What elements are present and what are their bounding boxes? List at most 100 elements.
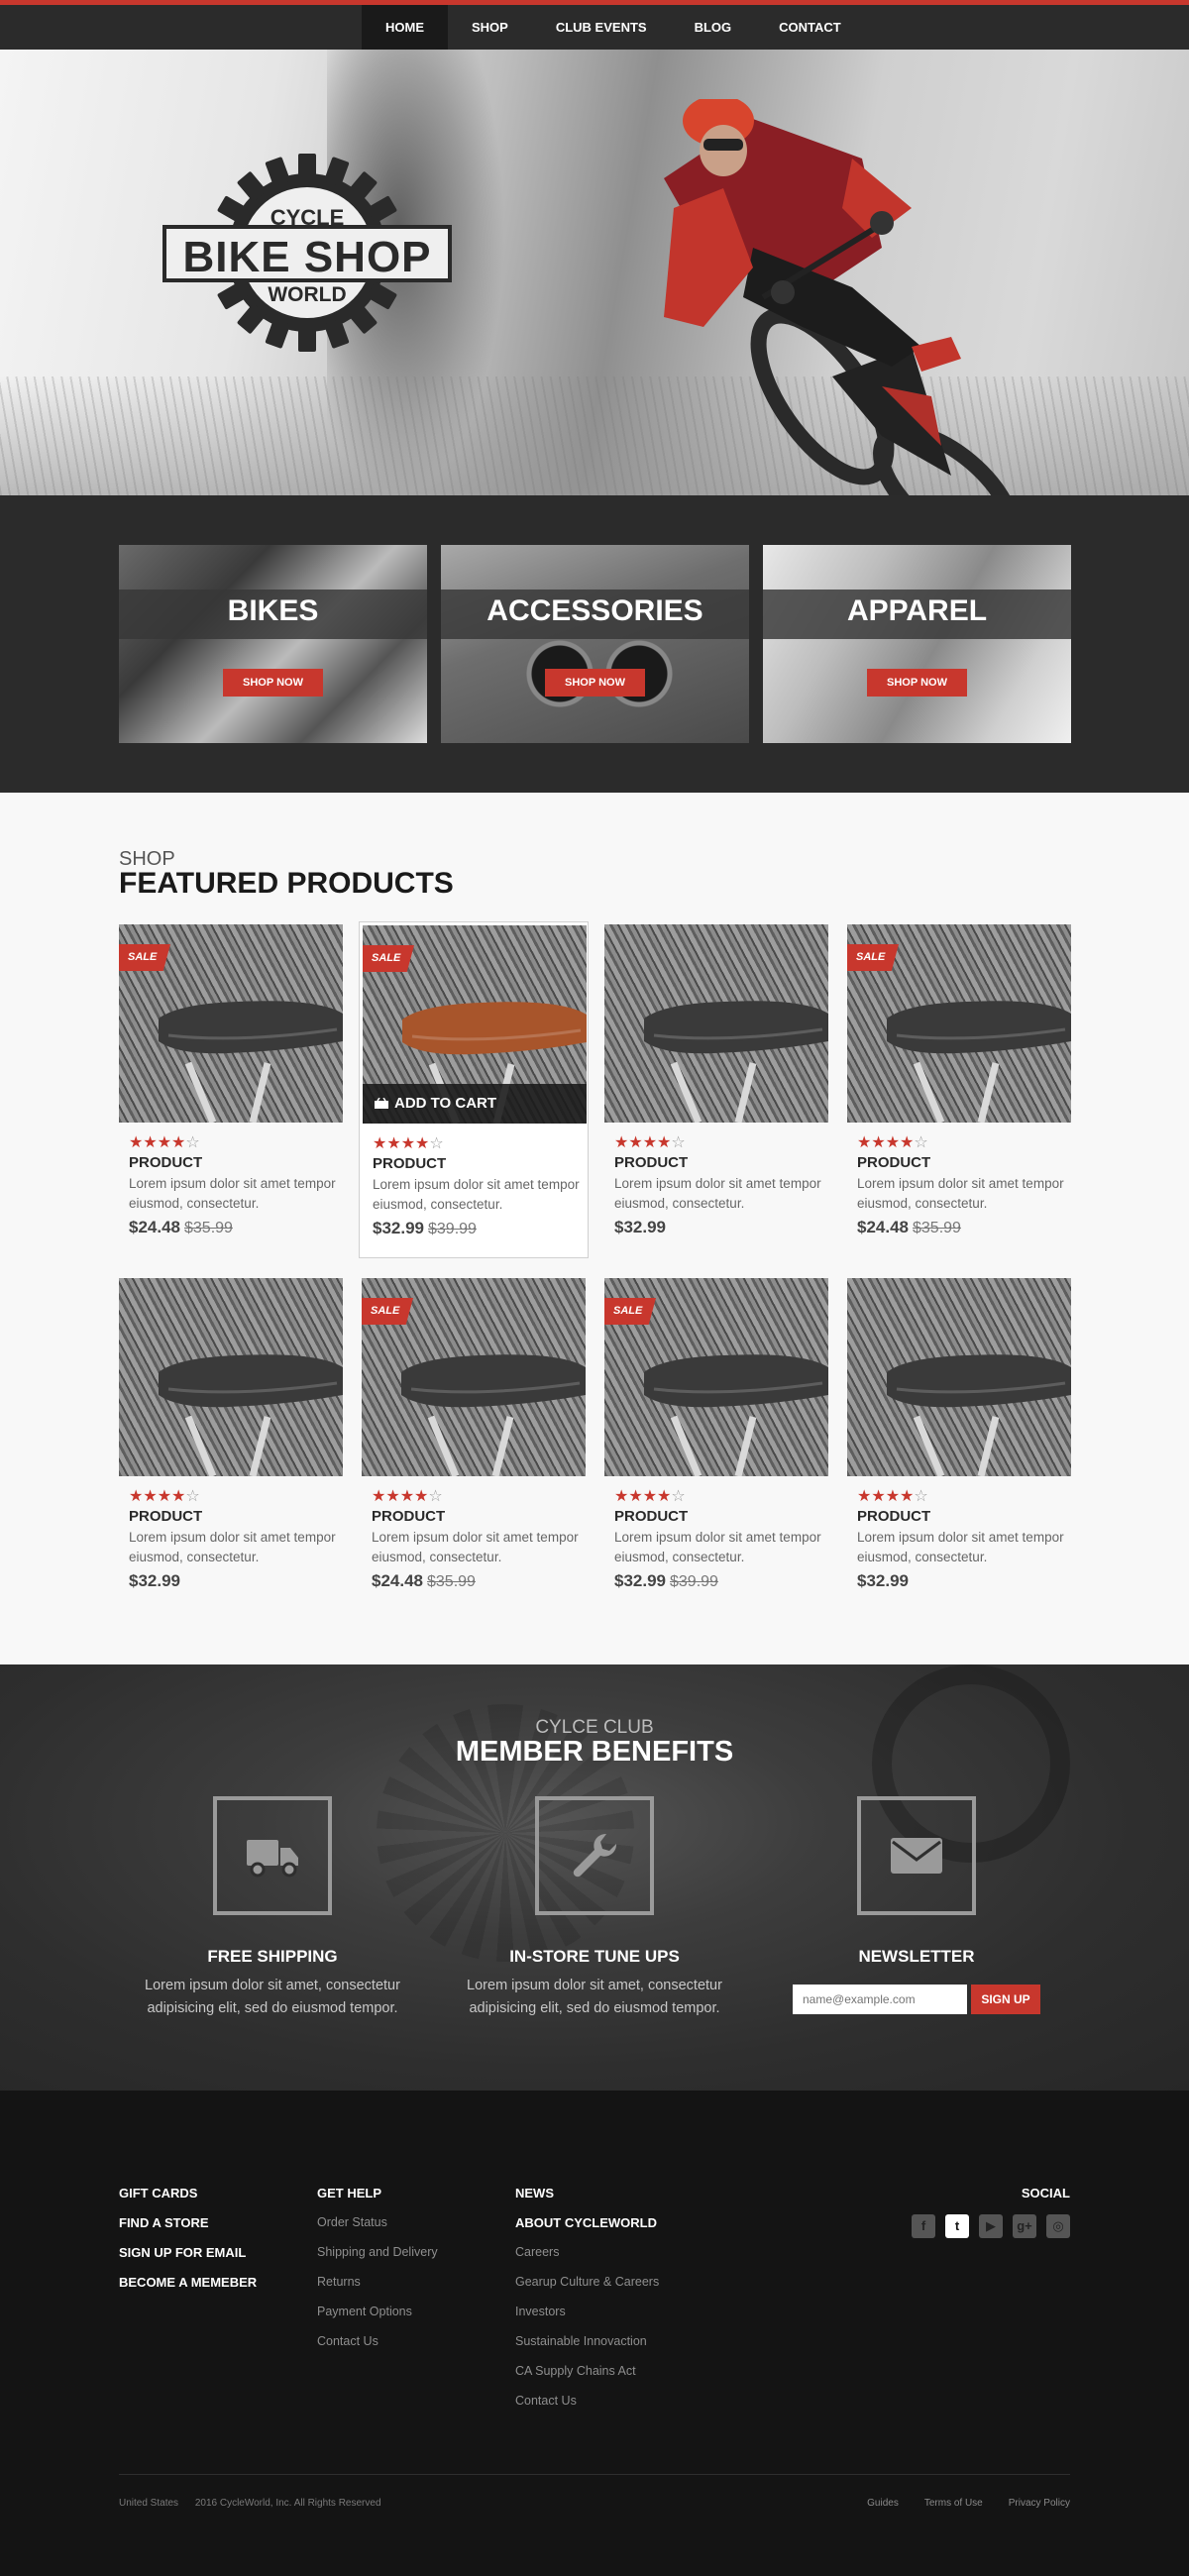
logo-cycle-text: CYCLE bbox=[270, 205, 345, 230]
benefit-icon-frame bbox=[857, 1796, 976, 1915]
benefit-description: Lorem ipsum dolor sit amet, consectetur … bbox=[467, 1978, 722, 2016]
country-selector[interactable]: United States bbox=[119, 2498, 178, 2509]
footer-col-help: GET HELP Order Status Shipping and Deliv… bbox=[317, 2186, 438, 2364]
wrench-icon bbox=[573, 1833, 617, 1878]
star-rating: ★★★★☆ bbox=[372, 1488, 443, 1505]
star-rating: ★★★★☆ bbox=[129, 1134, 200, 1151]
current-price: $32.99 bbox=[614, 1218, 666, 1236]
product-card[interactable]: SALE ADD TO CART ★★★★☆ PRODUCT Lorem ipsum d… bbox=[359, 921, 589, 1258]
nav-home[interactable]: HOME bbox=[362, 5, 448, 50]
twitter-icon[interactable]: t bbox=[945, 2214, 969, 2238]
category-tile-accessories[interactable]: ACCESSORIES SHOP NOW bbox=[441, 545, 749, 743]
facebook-icon[interactable]: f bbox=[912, 2214, 935, 2238]
footer-link-find-store[interactable]: FIND A STORE bbox=[119, 2215, 257, 2245]
product-name[interactable]: PRODUCT bbox=[129, 1508, 202, 1525]
product-card[interactable]: ★★★★☆ PRODUCT Lorem ipsum dolor sit amet t… bbox=[604, 924, 828, 1256]
product-image[interactable] bbox=[847, 1278, 1071, 1476]
star-rating: ★★★★☆ bbox=[129, 1488, 200, 1505]
product-price: $32.99 $39.99 bbox=[373, 1219, 477, 1238]
footer-link-about[interactable]: ABOUT CYCLEWORLD bbox=[515, 2215, 659, 2245]
old-price: $35.99 bbox=[184, 1220, 233, 1236]
category-tile-apparel[interactable]: APPAREL SHOP NOW bbox=[763, 545, 1071, 743]
product-price: $24.48 $35.99 bbox=[129, 1218, 233, 1237]
product-description: Lorem ipsum dolor sit amet tempor eiusmo… bbox=[129, 1176, 336, 1211]
bike-saddle-image bbox=[644, 1001, 828, 1123]
product-card[interactable]: SALE ★★★★☆ PRODUCT Lorem ipsum dolor sit am… bbox=[604, 1278, 828, 1610]
footer-link-order-status[interactable]: Order Status bbox=[317, 2215, 438, 2245]
footer-link-investors[interactable]: Investors bbox=[515, 2305, 659, 2334]
nav-shop[interactable]: SHOP bbox=[448, 5, 532, 50]
old-price: $35.99 bbox=[913, 1220, 961, 1236]
star-rating: ★★★★☆ bbox=[614, 1488, 686, 1505]
footer-link-signup-email[interactable]: SIGN UP FOR EMAIL bbox=[119, 2245, 257, 2275]
product-image[interactable]: SALE bbox=[847, 924, 1071, 1123]
hero-banner: CYCLE BIKE SHOP WORLD bbox=[0, 50, 1189, 495]
current-price: $32.99 bbox=[614, 1571, 666, 1590]
footer-bottom-links: Guides Terms of Use Privacy Policy bbox=[867, 2498, 1070, 2509]
footer-link-returns[interactable]: Returns bbox=[317, 2275, 438, 2305]
instagram-icon[interactable]: ◎ bbox=[1046, 2214, 1070, 2238]
current-price: $24.48 bbox=[129, 1218, 180, 1236]
footer-link-gearup[interactable]: Gearup Culture & Careers bbox=[515, 2275, 659, 2305]
product-description: Lorem ipsum dolor sit amet tempor eiusmo… bbox=[372, 1530, 579, 1564]
footer-link-payment[interactable]: Payment Options bbox=[317, 2305, 438, 2334]
product-name[interactable]: PRODUCT bbox=[129, 1154, 202, 1171]
shop-now-button[interactable]: SHOP NOW bbox=[867, 669, 967, 697]
product-name[interactable]: PRODUCT bbox=[857, 1154, 930, 1171]
sale-badge: SALE bbox=[363, 945, 414, 972]
product-card[interactable]: SALE ★★★★☆ PRODUCT Lorem ipsum dolor sit am… bbox=[847, 924, 1071, 1256]
benefit-title: NEWSLETTER bbox=[858, 1947, 975, 1966]
benefit-tune-ups: IN-STORE TUNE UPS Lorem ipsum dolor sit … bbox=[441, 1796, 738, 2054]
product-card[interactable]: ★★★★☆ PRODUCT Lorem ipsum dolor sit amet t… bbox=[119, 1278, 343, 1610]
product-card[interactable]: SALE ★★★★☆ PRODUCT Lorem ipsum dolor sit am… bbox=[362, 1278, 586, 1610]
google-plus-icon[interactable]: g+ bbox=[1013, 2214, 1036, 2238]
footer-link-gift-cards[interactable]: GIFT CARDS bbox=[119, 2186, 257, 2215]
product-card[interactable]: ★★★★☆ PRODUCT Lorem ipsum dolor sit amet t… bbox=[847, 1278, 1071, 1610]
logo-bike-shop-text: BIKE SHOP bbox=[182, 233, 432, 281]
product-card[interactable]: SALE ★★★★☆ PRODUCT Lorem ipsum dolor sit am… bbox=[119, 924, 343, 1256]
product-description: Lorem ipsum dolor sit amet tempor eiusmo… bbox=[857, 1530, 1064, 1564]
newsletter-email-input[interactable] bbox=[793, 1985, 967, 2014]
youtube-icon[interactable]: ▶ bbox=[979, 2214, 1003, 2238]
category-title: APPAREL bbox=[846, 594, 988, 627]
product-image[interactable] bbox=[604, 924, 828, 1123]
footer-link-news[interactable]: NEWS bbox=[515, 2186, 659, 2215]
product-name[interactable]: PRODUCT bbox=[372, 1508, 445, 1525]
nav-club-events[interactable]: CLUB EVENTS bbox=[532, 5, 671, 50]
footer-link-privacy[interactable]: Privacy Policy bbox=[1009, 2498, 1070, 2509]
nav-blog[interactable]: BLOG bbox=[671, 5, 756, 50]
logo-world-text: WORLD bbox=[268, 283, 347, 306]
footer-link-contact[interactable]: Contact Us bbox=[317, 2334, 438, 2364]
benefit-newsletter: NEWSLETTER SIGN UP bbox=[763, 1796, 1060, 2054]
product-name[interactable]: PRODUCT bbox=[614, 1154, 688, 1171]
footer-link-sustainable[interactable]: Sustainable Innovaction bbox=[515, 2334, 659, 2364]
product-name[interactable]: PRODUCT bbox=[857, 1508, 930, 1525]
nav-contact[interactable]: CONTACT bbox=[755, 5, 865, 50]
product-image[interactable] bbox=[119, 1278, 343, 1476]
footer-link-shipping[interactable]: Shipping and Delivery bbox=[317, 2245, 438, 2275]
footer-link-terms[interactable]: Terms of Use bbox=[924, 2498, 983, 2509]
bike-shop-logo[interactable]: CYCLE BIKE SHOP WORLD bbox=[159, 154, 456, 352]
add-to-cart-label: ADD TO CART bbox=[394, 1095, 497, 1112]
footer-link-guides[interactable]: Guides bbox=[867, 2498, 899, 2509]
sale-badge: SALE bbox=[847, 944, 899, 971]
footer-link-become-member[interactable]: BECOME A MEMEBER bbox=[119, 2275, 257, 2305]
benefit-free-shipping: FREE SHIPPING Lorem ipsum dolor sit amet… bbox=[119, 1796, 416, 2054]
product-image[interactable]: SALE bbox=[362, 1278, 586, 1476]
footer-link-contact-us[interactable]: Contact Us bbox=[515, 2394, 659, 2423]
product-image[interactable]: SALE bbox=[604, 1278, 828, 1476]
add-to-cart-button[interactable]: ADD TO CART bbox=[363, 1084, 587, 1124]
shop-now-button[interactable]: SHOP NOW bbox=[223, 669, 323, 697]
product-name[interactable]: PRODUCT bbox=[373, 1155, 446, 1172]
product-image[interactable]: SALE bbox=[119, 924, 343, 1123]
footer-link-careers[interactable]: Careers bbox=[515, 2245, 659, 2275]
product-image[interactable]: SALE ADD TO CART bbox=[363, 925, 587, 1124]
sign-up-button[interactable]: SIGN UP bbox=[971, 1985, 1040, 2014]
shop-now-button[interactable]: SHOP NOW bbox=[545, 669, 645, 697]
product-price: $24.48 $35.99 bbox=[372, 1571, 476, 1591]
footer-link-ca-supply[interactable]: CA Supply Chains Act bbox=[515, 2364, 659, 2394]
social-heading: SOCIAL bbox=[1021, 2186, 1070, 2200]
old-price: $39.99 bbox=[428, 1221, 477, 1237]
category-tile-bikes[interactable]: BIKES SHOP NOW bbox=[119, 545, 427, 743]
product-name[interactable]: PRODUCT bbox=[614, 1508, 688, 1525]
